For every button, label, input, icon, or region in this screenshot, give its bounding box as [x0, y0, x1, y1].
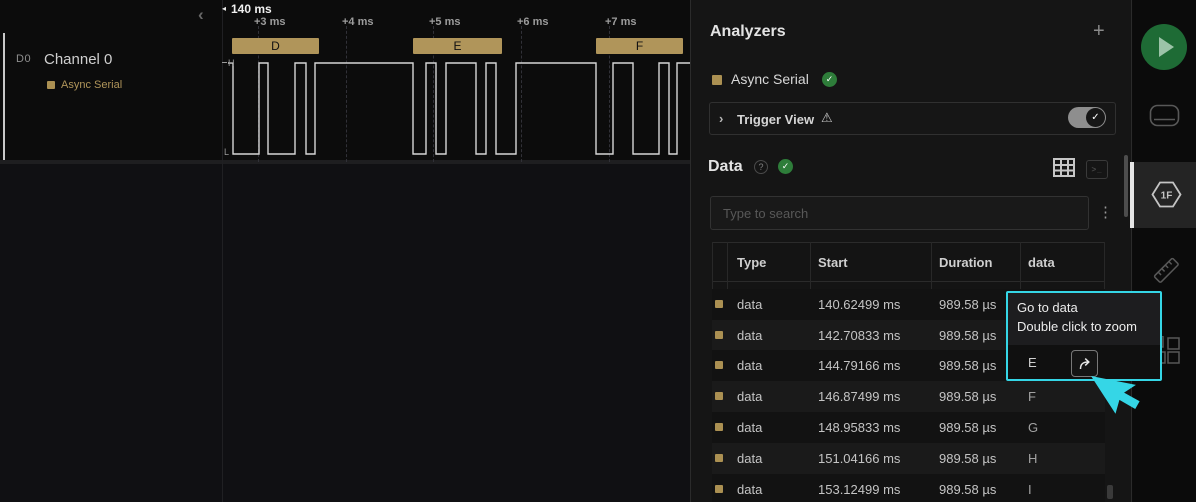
low-level-label: L: [224, 147, 229, 157]
row-color-swatch: [715, 361, 723, 369]
add-analyzer-icon[interactable]: +: [1093, 20, 1105, 43]
cell-duration: 989.58 µs: [939, 443, 996, 474]
measurements-ruler-icon[interactable]: [1150, 254, 1182, 286]
cell-type: data: [737, 350, 762, 381]
table-row[interactable]: data 153.12499 ms 989.58 µs I: [712, 474, 1105, 502]
data-title: Data: [708, 158, 743, 176]
column-header-data[interactable]: data: [1028, 255, 1055, 270]
waveform-region[interactable]: ‹ D0 Channel 0 Async Serial ◂ 140 ms +3 …: [0, 0, 691, 502]
cell-value: F: [1028, 381, 1036, 412]
table-menu-icon[interactable]: ⋮: [1098, 203, 1113, 221]
play-icon: [1159, 37, 1174, 57]
help-icon[interactable]: ?: [754, 160, 768, 174]
cell-start: 146.87499 ms: [818, 381, 900, 412]
jump-arrow-icon: [1077, 356, 1093, 372]
selected-tab-indicator: [1130, 162, 1134, 228]
cell-start: 140.62499 ms: [818, 289, 900, 320]
device-icon[interactable]: [1149, 104, 1180, 128]
high-level-label: H: [228, 58, 235, 68]
cell-value: G: [1028, 412, 1038, 443]
cell-duration: 989.58 µs: [939, 289, 996, 320]
row-color-swatch: [715, 423, 723, 431]
table-border: [712, 242, 1105, 243]
panel-scrollbar[interactable]: [1124, 155, 1128, 217]
trigger-view-toggle[interactable]: ✓: [1068, 107, 1106, 128]
cell-duration: 989.58 µs: [939, 381, 996, 412]
tooltip-line-2: Double click to zoom: [1017, 319, 1137, 334]
cell-duration: 989.58 µs: [939, 474, 996, 502]
expand-chevron-icon[interactable]: ›: [719, 111, 723, 126]
cell-start: 153.12499 ms: [818, 474, 900, 502]
cell-type: data: [737, 381, 762, 412]
cell-duration: 989.58 µs: [939, 412, 996, 443]
data-ok-badge: ✓: [778, 159, 793, 174]
table-scrollbar[interactable]: [1107, 485, 1113, 499]
search-input[interactable]: [711, 197, 1088, 229]
right-toolbar: [1133, 0, 1196, 502]
row-color-swatch: [715, 454, 723, 462]
cell-type: data: [737, 474, 762, 502]
svg-text:1F: 1F: [1161, 191, 1173, 202]
search-box: [710, 196, 1089, 230]
column-header-type[interactable]: Type: [737, 255, 766, 270]
trigger-view-label: Trigger View: [737, 112, 814, 127]
cell-duration: 989.58 µs: [939, 320, 996, 351]
cell-start: 144.79166 ms: [818, 350, 900, 381]
goto-data-button[interactable]: [1071, 350, 1098, 377]
row-color-swatch: [715, 300, 723, 308]
analyzer-color-swatch: [712, 75, 722, 85]
analyzers-title: Analyzers: [710, 23, 786, 41]
cell-value: H: [1028, 443, 1037, 474]
row-color-swatch: [715, 485, 723, 493]
cell-value: E: [1028, 349, 1037, 376]
cell-type: data: [737, 320, 762, 351]
tab-analyzers-icon[interactable]: 1F: [1151, 181, 1182, 208]
digital-waveform: [0, 0, 691, 502]
table-row[interactable]: data 151.04166 ms 989.58 µs H: [712, 443, 1105, 474]
tooltip-bubble: Go to data Double click to zoom: [1008, 293, 1160, 345]
column-header-start[interactable]: Start: [818, 255, 848, 270]
analyzer-ok-badge: ✓: [822, 72, 837, 87]
table-view-icon[interactable]: [1053, 158, 1075, 178]
cell-type: data: [737, 443, 762, 474]
cell-type: data: [737, 289, 762, 320]
logic-analyzer-app: ‹ D0 Channel 0 Async Serial ◂ 140 ms +3 …: [0, 0, 1196, 502]
warning-icon: ⚠: [821, 110, 833, 126]
cell-start: 151.04166 ms: [818, 443, 900, 474]
table-border: [712, 281, 1105, 282]
analyzer-name[interactable]: Async Serial: [731, 71, 809, 87]
cell-duration: 989.58 µs: [939, 350, 996, 381]
tooltip-line-1: Go to data: [1017, 300, 1078, 315]
mouse-cursor: [1091, 376, 1093, 378]
table-row[interactable]: data 148.95833 ms 989.58 µs G: [712, 412, 1105, 443]
run-capture-button[interactable]: [1141, 24, 1187, 70]
row-color-swatch: [715, 331, 723, 339]
toggle-check-icon: ✓: [1086, 108, 1105, 127]
cell-value: I: [1028, 474, 1032, 502]
goto-data-tooltip: Go to data Double click to zoom E: [1006, 291, 1162, 381]
row-color-swatch: [715, 392, 723, 400]
column-header-duration[interactable]: Duration: [939, 255, 992, 270]
cell-type: data: [737, 412, 762, 443]
terminal-view-icon[interactable]: >_: [1086, 160, 1108, 179]
hovered-data-cell[interactable]: E: [1008, 345, 1160, 379]
table-row[interactable]: data 146.87499 ms 989.58 µs F: [712, 381, 1105, 412]
high-level-dash: [222, 62, 227, 63]
cell-start: 142.70833 ms: [818, 320, 900, 351]
cell-start: 148.95833 ms: [818, 412, 900, 443]
